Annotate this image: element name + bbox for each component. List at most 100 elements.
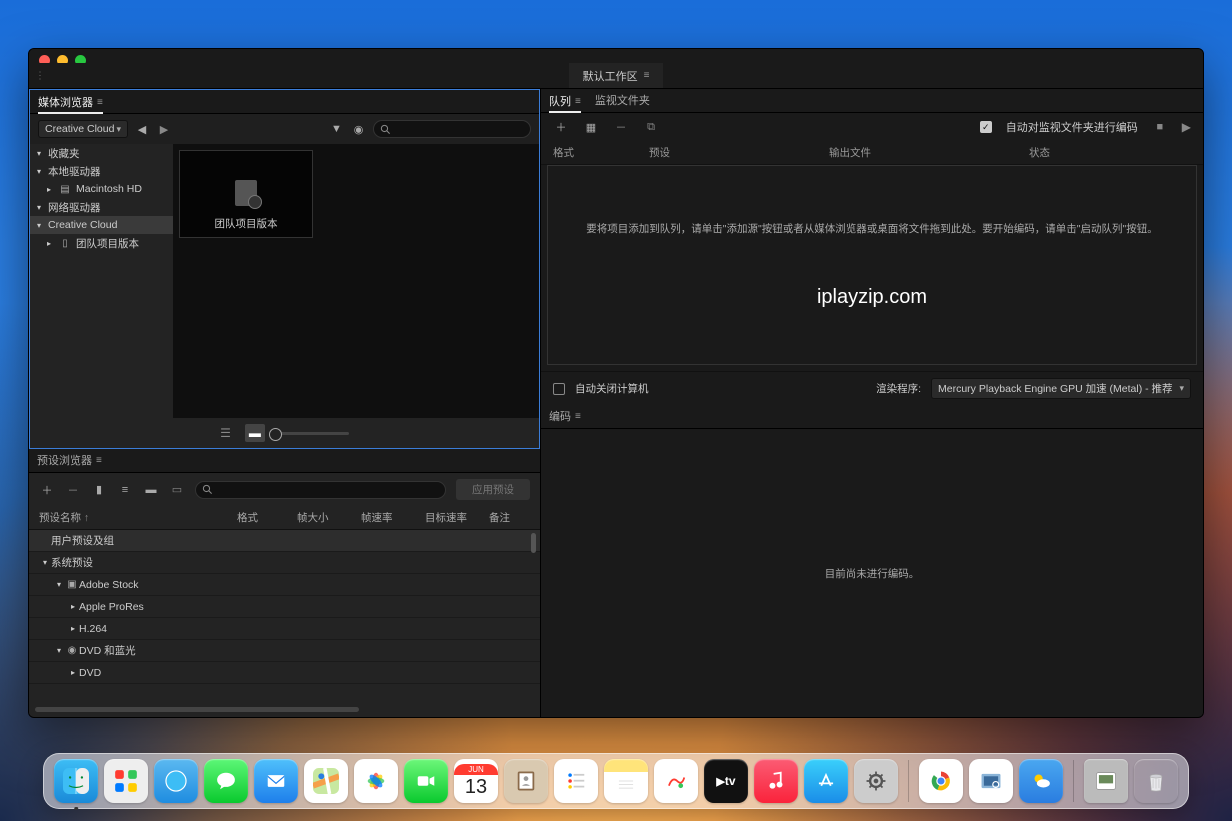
nav-forward-button[interactable]: ▶ bbox=[156, 123, 172, 136]
dock-downloads[interactable] bbox=[1084, 759, 1128, 803]
media-search-input[interactable] bbox=[373, 120, 532, 138]
folder-icon: ▣ bbox=[65, 579, 79, 590]
dock-notes[interactable] bbox=[604, 759, 648, 803]
tree-network-drives[interactable]: ▾网络驱动器 bbox=[30, 198, 173, 216]
tab-encoding[interactable]: 编码 ≡ bbox=[549, 408, 581, 428]
chevron-down-icon: ▾ bbox=[1179, 383, 1184, 394]
dock-system-settings[interactable] bbox=[854, 759, 898, 803]
preset-row-prores[interactable]: ▸Apple ProRes bbox=[29, 596, 540, 618]
scrollbar-thumb[interactable] bbox=[531, 533, 536, 553]
dock-music[interactable] bbox=[754, 759, 798, 803]
panel-grip-icon[interactable]: ⋮ bbox=[35, 70, 45, 81]
queue-columns-header: 格式 预设 输出文件 状态 bbox=[541, 141, 1203, 165]
dock-tv[interactable]: ▶tv bbox=[704, 759, 748, 803]
eye-icon[interactable]: ◉ bbox=[351, 123, 367, 136]
dock-safari[interactable] bbox=[154, 759, 198, 803]
location-dropdown[interactable]: Creative Cloud ▾ bbox=[38, 120, 128, 138]
search-icon bbox=[380, 124, 391, 135]
list-view-icon[interactable]: ☰ bbox=[220, 426, 231, 440]
tree-team-projects[interactable]: ▸▯团队项目版本 bbox=[30, 234, 173, 252]
stop-queue-button[interactable]: ■ bbox=[1152, 121, 1168, 133]
dock: JUN13 ▶tv bbox=[43, 753, 1189, 809]
preset-row-system[interactable]: ▾系统预设 bbox=[29, 552, 540, 574]
remove-button[interactable]: － bbox=[613, 119, 629, 135]
workspace-tab-label: 默认工作区 bbox=[583, 68, 638, 84]
menu-icon[interactable]: ≡ bbox=[575, 411, 581, 422]
preset-row-h264[interactable]: ▸H.264 bbox=[29, 618, 540, 640]
dock-calendar[interactable]: JUN13 bbox=[454, 759, 498, 803]
tree-creative-cloud[interactable]: ▾Creative Cloud bbox=[30, 216, 173, 234]
preset-row-user[interactable]: 用户预设及组 bbox=[29, 530, 540, 552]
dock-finder[interactable] bbox=[54, 759, 98, 803]
add-output-button[interactable]: ▦ bbox=[583, 121, 599, 134]
encoding-empty-message: 目前尚未进行编码。 bbox=[825, 566, 920, 581]
server-icon bbox=[235, 180, 257, 206]
apply-preset-button[interactable]: 应用预设 bbox=[456, 479, 530, 500]
preset-columns-header: 预设名称 ↑ 格式 帧大小 帧速率 目标速率 备注 bbox=[29, 506, 540, 530]
search-icon bbox=[202, 484, 213, 495]
thumb-view-icon[interactable]: ▬ bbox=[245, 424, 265, 442]
auto-encode-checkbox[interactable]: ✓ bbox=[980, 121, 992, 133]
grid-item-team-projects[interactable]: 团队项目版本 bbox=[179, 150, 313, 238]
duplicate-button[interactable]: ⧉ bbox=[643, 121, 659, 134]
filter-icon[interactable]: ▼ bbox=[329, 123, 345, 135]
start-queue-button[interactable]: ▶ bbox=[1182, 120, 1191, 134]
media-tree: ▾收藏夹 ▾本地驱动器 ▸▤Macintosh HD ▾网络驱动器 ▾Creat… bbox=[30, 144, 173, 418]
menu-icon[interactable]: ≡ bbox=[644, 70, 650, 81]
dock-facetime[interactable] bbox=[404, 759, 448, 803]
tab-media-browser[interactable]: 媒体浏览器 ≡ bbox=[38, 94, 103, 114]
auto-encode-label: 自动对监视文件夹进行编码 bbox=[1006, 119, 1138, 135]
tree-favorites[interactable]: ▾收藏夹 bbox=[30, 144, 173, 162]
dock-freeform[interactable] bbox=[654, 759, 698, 803]
preset-row-dvd[interactable]: ▸DVD bbox=[29, 662, 540, 684]
media-grid: 团队项目版本 bbox=[173, 144, 539, 418]
dock-reminders[interactable] bbox=[554, 759, 598, 803]
tab-preset-browser[interactable]: 预设浏览器 ≡ bbox=[37, 452, 102, 472]
chevron-down-icon: ▾ bbox=[116, 124, 121, 135]
thumbnail-size-slider[interactable] bbox=[279, 432, 349, 435]
menu-icon[interactable]: ≡ bbox=[575, 96, 581, 107]
add-preset-button[interactable]: ＋ bbox=[39, 482, 55, 498]
dock-launchpad[interactable] bbox=[104, 759, 148, 803]
media-browser-panel: 媒体浏览器 ≡ Creative Cloud ▾ ◀ ▶ ▼ ◉ bbox=[29, 89, 540, 449]
workspace-bar: ⋮ 默认工作区 ≡ bbox=[29, 63, 1203, 89]
queue-empty-message: 要将项目添加到队列，请单击"添加源"按钮或者从媒体浏览器或桌面将文件拖到此处。要… bbox=[586, 221, 1157, 236]
menu-icon[interactable]: ≡ bbox=[97, 97, 103, 108]
dock-trash[interactable] bbox=[1134, 759, 1178, 803]
preset-row-dvd-bd[interactable]: ▾◉DVD 和蓝光 bbox=[29, 640, 540, 662]
media-view-controls: ☰ ▬ bbox=[30, 418, 539, 448]
dock-mail[interactable] bbox=[254, 759, 298, 803]
preset-settings-button[interactable]: ≡ bbox=[117, 484, 133, 496]
tree-local-drives[interactable]: ▾本地驱动器 bbox=[30, 162, 173, 180]
preset-list: 用户预设及组 ▾系统预设 ▾▣Adobe Stock ▸Apple ProRes… bbox=[29, 530, 540, 705]
workspace-tab-default[interactable]: 默认工作区 ≡ bbox=[569, 63, 664, 88]
preset-group-button[interactable]: ▮ bbox=[91, 483, 107, 496]
tab-watch-folders[interactable]: 监视文件夹 bbox=[595, 92, 650, 112]
tree-macintosh-hd[interactable]: ▸▤Macintosh HD bbox=[30, 180, 173, 198]
queue-drop-area[interactable]: 要将项目添加到队列，请单击"添加源"按钮或者从媒体浏览器或桌面将文件拖到此处。要… bbox=[547, 165, 1197, 365]
dock-preview[interactable] bbox=[969, 759, 1013, 803]
preset-export-button[interactable]: ▭ bbox=[169, 483, 185, 496]
auto-shutdown-checkbox[interactable] bbox=[553, 383, 565, 395]
preset-browser-panel: 预设浏览器 ≡ ＋ － ▮ ≡ ▬ ▭ 应用预设 预 bbox=[29, 449, 540, 717]
nav-back-button[interactable]: ◀ bbox=[134, 123, 150, 136]
add-source-button[interactable]: ＋ bbox=[553, 119, 569, 135]
dock-appstore[interactable] bbox=[804, 759, 848, 803]
menu-icon[interactable]: ≡ bbox=[96, 455, 102, 466]
dock-chrome[interactable] bbox=[919, 759, 963, 803]
tab-queue[interactable]: 队列 ≡ bbox=[549, 93, 581, 113]
horizontal-scrollbar[interactable] bbox=[35, 705, 534, 713]
remove-preset-button[interactable]: － bbox=[65, 482, 81, 498]
dock-weather[interactable] bbox=[1019, 759, 1063, 803]
dock-photos[interactable] bbox=[354, 759, 398, 803]
drive-icon: ▤ bbox=[58, 184, 72, 195]
preset-search-input[interactable] bbox=[195, 481, 446, 499]
app-window: ⋮ 默认工作区 ≡ 媒体浏览器 ≡ Creative Cloud ▾ bbox=[28, 48, 1204, 718]
dock-messages[interactable] bbox=[204, 759, 248, 803]
renderer-dropdown[interactable]: Mercury Playback Engine GPU 加速 (Metal) -… bbox=[931, 378, 1191, 399]
preset-import-button[interactable]: ▬ bbox=[143, 484, 159, 496]
preset-row-adobe-stock[interactable]: ▾▣Adobe Stock bbox=[29, 574, 540, 596]
dock-maps[interactable] bbox=[304, 759, 348, 803]
dock-contacts[interactable] bbox=[504, 759, 548, 803]
auto-shutdown-label: 自动关闭计算机 bbox=[575, 381, 649, 396]
